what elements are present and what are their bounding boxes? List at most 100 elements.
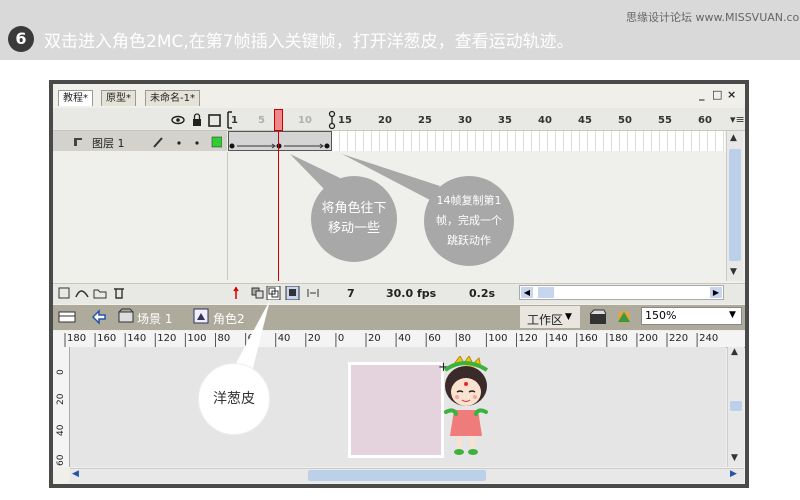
ruler-label: 80: [217, 333, 231, 344]
scroll-thumb[interactable]: [730, 401, 742, 411]
workspace-label[interactable]: 工作区: [527, 311, 563, 328]
tab-prototype[interactable]: 原型*: [101, 90, 136, 106]
scroll-right-arrow-icon[interactable]: ▶: [730, 469, 737, 479]
timeline-horizontal-scrollbar[interactable]: ◀ ▶: [519, 285, 724, 300]
instruction-text: 双击进入角色2MC,在第7帧插入关键帧，打开洋葱皮，查看运动轨迹。: [44, 32, 574, 52]
edit-scene-icon: [589, 309, 607, 324]
frame-number: 15: [338, 115, 352, 126]
zoom-dropdown-chevron-icon[interactable]: ▼: [729, 310, 736, 320]
vertical-ruler-label: 20: [56, 393, 66, 405]
layers-panel-empty: [53, 152, 228, 280]
scroll-left-arrow-icon[interactable]: ◀: [521, 287, 533, 298]
callout-text: 14帧复制第1帧，完成一个跳跃动作: [436, 194, 502, 247]
callout-move-down: 将角色往下移动一些: [311, 176, 397, 262]
stage-horizontal-scrollbar[interactable]: ◀ ▶: [70, 468, 744, 483]
ruler-label: 160: [578, 333, 598, 344]
scroll-down-arrow-icon[interactable]: ▼: [730, 267, 737, 277]
frame-number: 35: [498, 115, 512, 126]
tab-untitled-1[interactable]: 未命名-1*: [145, 90, 200, 106]
layer-action-icons[interactable]: [58, 286, 130, 300]
frame-number: 50: [618, 115, 632, 126]
frame-number: 60: [698, 115, 712, 126]
ruler-label: 220: [669, 333, 689, 344]
step-number-badge: 6: [8, 26, 34, 52]
ruler-label: 240: [699, 333, 719, 344]
frame-number: 45: [578, 115, 592, 126]
pencil-icon: [153, 137, 163, 148]
ruler-label: 180: [67, 333, 87, 344]
scene-icon: [118, 308, 134, 323]
chevron-down-icon: ▼: [565, 312, 572, 322]
ruler-label: 120: [518, 333, 538, 344]
scroll-thumb[interactable]: [308, 470, 486, 481]
layer-name[interactable]: 图层 1: [92, 135, 125, 151]
frame-number: 55: [658, 115, 672, 126]
edit-symbols-icon: [618, 311, 630, 323]
layer-color-swatch: [211, 136, 222, 148]
new-folder-icon: [93, 289, 107, 299]
ruler-label: 60: [247, 333, 261, 344]
ruler-label: 160: [97, 333, 117, 344]
frame-number: 20: [378, 115, 392, 126]
onion-skin-outlines-icon: [266, 286, 281, 300]
breadcrumb-symbol[interactable]: 角色2: [213, 310, 245, 327]
ruler-label: 180: [608, 333, 628, 344]
scroll-up-arrow-icon[interactable]: ▲: [730, 133, 737, 143]
stage-vertical-scrollbar[interactable]: ▲ ▼: [727, 347, 744, 467]
ruler-label: 200: [638, 333, 658, 344]
timeline-toggle-icon[interactable]: [57, 308, 77, 326]
ruler-label: 0: [337, 333, 345, 344]
ruler-label: 100: [488, 333, 508, 344]
ruler-label: 140: [127, 333, 147, 344]
ruler-label: 40: [277, 333, 291, 344]
movieclip-icon: [193, 308, 209, 324]
frame-number: 30: [458, 115, 472, 126]
back-arrow-icon[interactable]: [90, 308, 108, 326]
callout-copy-frame: 14帧复制第1帧，完成一个跳跃动作: [424, 176, 514, 266]
breadcrumb-scene[interactable]: 场景 1: [137, 310, 172, 327]
scroll-thumb[interactable]: [729, 149, 741, 261]
minimize-button[interactable]: _: [699, 88, 705, 101]
layer-row-icons: [153, 136, 222, 148]
lock-icon: [193, 113, 201, 126]
ruler-label: 20: [307, 333, 321, 344]
visible-dot-icon: [177, 141, 181, 145]
current-frame-readout: 7: [347, 287, 355, 300]
frame-number: 40: [538, 115, 552, 126]
zoom-select[interactable]: 150%: [641, 307, 742, 325]
new-layer-icon: [58, 287, 70, 299]
scroll-right-arrow-icon[interactable]: ▶: [710, 287, 722, 298]
timeline-vertical-scrollbar[interactable]: ▲ ▼: [726, 131, 743, 281]
frame-rate-readout[interactable]: 30.0 fps: [386, 287, 436, 300]
timeline-menu-icon[interactable]: ▾≡: [730, 113, 745, 126]
callout-onion-skin: 洋葱皮: [198, 363, 270, 435]
character-figure[interactable]: [440, 356, 502, 458]
frame-number: 25: [418, 115, 432, 126]
ruler-label: 40: [398, 333, 411, 344]
callout-text: 将角色往下移动一些: [321, 201, 387, 236]
elapsed-time-readout: 0.2s: [469, 287, 496, 300]
onion-skin-icon: [251, 287, 264, 299]
center-frame-icon: [233, 286, 239, 299]
ruler-label: 140: [548, 333, 568, 344]
ruler-label: 60: [428, 333, 441, 344]
motion-guide-icon: [75, 290, 89, 298]
onion-skin-ghost-box[interactable]: [348, 362, 444, 458]
symbol-edit-icons[interactable]: [588, 308, 638, 326]
tab-tutorial[interactable]: 教程*: [58, 90, 93, 106]
scroll-left-arrow-icon[interactable]: ◀: [72, 469, 79, 479]
scroll-up-arrow-icon[interactable]: ▲: [731, 347, 738, 357]
playhead[interactable]: [274, 109, 283, 131]
close-button[interactable]: ×: [727, 88, 736, 101]
scroll-thumb[interactable]: [538, 287, 554, 298]
edit-multiple-frames-icon: [285, 286, 300, 300]
ruler-label: 80: [458, 333, 472, 344]
scroll-down-arrow-icon[interactable]: ▼: [731, 453, 738, 463]
vertical-ruler: [53, 347, 70, 467]
restore-button[interactable]: □: [712, 88, 722, 101]
ruler-label: 100: [187, 333, 207, 344]
vertical-ruler-label: 0: [56, 369, 66, 375]
outline-icon: [208, 114, 221, 127]
eye-icon: [171, 115, 185, 125]
onion-skin-buttons[interactable]: [232, 286, 322, 300]
